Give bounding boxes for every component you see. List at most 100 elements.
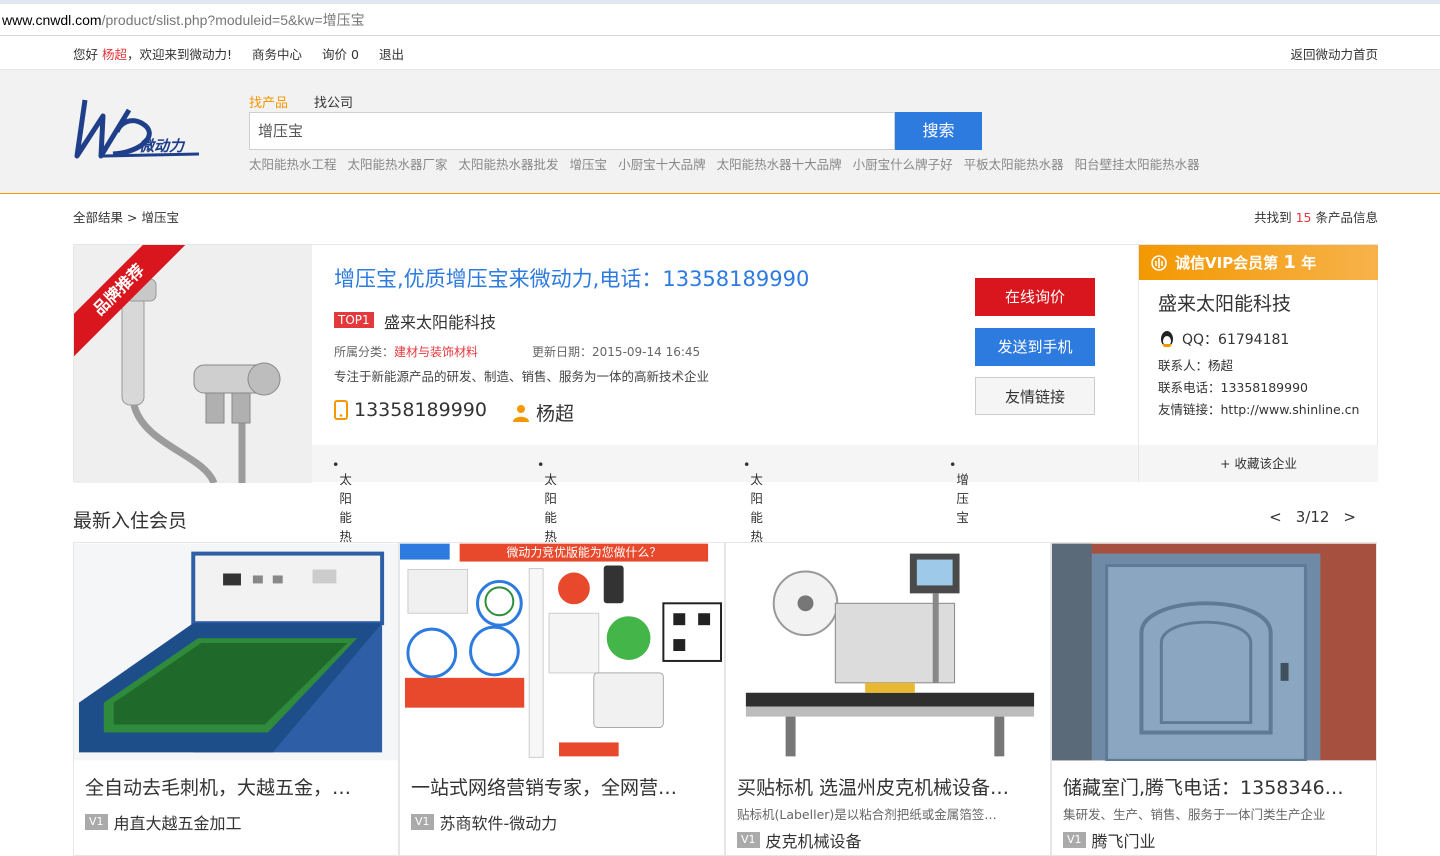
qq-penguin-icon [1161, 331, 1173, 347]
tag-link[interactable]: • 太阳能热水器厂家 [537, 457, 557, 620]
vip-contact: 联系人：杨超 [1158, 358, 1234, 373]
member-card[interactable]: 储藏室门,腾飞电话：1358346… 集研发、生产、销售、服务于一体门类生产企业… [1051, 542, 1377, 856]
member-card-title[interactable]: 一站式网络营销专家，全网营… [411, 773, 711, 800]
member-card-company[interactable]: V1 甪直大越五金加工 [85, 810, 242, 834]
vip-medal-icon [1151, 254, 1167, 271]
vip-qq[interactable]: QQ：61794181 [1158, 329, 1289, 349]
featured-tags: • 太阳能热水工程 • 太阳能热水器厂家 • 太阳能热水器批发 • 增压宝 [312, 445, 1138, 620]
top1-badge: TOP1 [334, 312, 374, 328]
pager-next-button[interactable]: > [1343, 508, 1356, 526]
member-card-company-name: 甪直大越五金加工 [113, 814, 242, 833]
count-suffix: 条产品信息 [1315, 210, 1378, 225]
member-card[interactable]: 买贴标机 选温州皮克机械设备… 贴标机(Labeller)是以粘合剂把纸或金属箔… [725, 542, 1051, 856]
vip-label: 诚信VIP会员第 1 年 [1175, 252, 1316, 273]
hotword-link[interactable]: 太阳能热水器厂家 [348, 154, 448, 173]
hotword-link[interactable]: 阳台壁挂太阳能热水器 [1075, 154, 1200, 173]
category-link[interactable]: 建材与装饰材料 [394, 345, 478, 359]
window-top-edge [0, 0, 1440, 4]
member-card-title[interactable]: 全自动去毛刺机，大越五金，… [85, 773, 385, 800]
greeting: 您好 [73, 47, 99, 62]
v1-badge: V1 [1063, 832, 1086, 848]
person-icon [513, 404, 529, 422]
count-number: 15 [1295, 210, 1312, 225]
vip-header: 诚信VIP会员第 1 年 [1139, 245, 1378, 280]
member-card-company[interactable]: V1 皮克机械设备 [737, 828, 862, 852]
featured-contact-name: 杨超 [536, 403, 575, 425]
url-text[interactable]: www.cnwdl.com/product/slist.php?moduleid… [2, 10, 365, 30]
hotword-link[interactable]: 太阳能热水器十大品牌 [717, 154, 842, 173]
count-prefix: 共找到 [1254, 210, 1292, 225]
member-card-title[interactable]: 储藏室门,腾飞电话：1358346… [1063, 773, 1363, 800]
member-card-desc: 集研发、生产、销售、服务于一体门类生产企业 [1063, 807, 1326, 822]
featured-product-image[interactable]: 品牌推荐 [74, 245, 312, 483]
featured-meta: 所属分类：建材与装饰材料 更新日期：2015-09-14 16:45 [334, 343, 700, 360]
top-nav-left: 您好 杨超，欢迎来到微动力! 商务中心 询价 0 退出 [73, 44, 404, 63]
hotword-link[interactable]: 小厨宝什么牌子好 [853, 154, 953, 173]
marketing-banner-image: 微动力竞优版能为您做什么？ [400, 543, 724, 761]
url-host: www.cnwdl.com [2, 12, 102, 28]
home-link[interactable]: 返回微动力首页 [1290, 44, 1378, 63]
hotword-link[interactable]: 太阳能热水工程 [249, 154, 337, 173]
member-card-company-name: 皮克机械设备 [765, 832, 862, 851]
logout-link[interactable]: 退出 [379, 44, 404, 63]
member-card-title[interactable]: 买贴标机 选温州皮克机械设备… [737, 773, 1037, 800]
vip-link[interactable]: 友情链接：http://www.shinline.cn [1158, 399, 1359, 418]
top-nav: 您好 杨超，欢迎来到微动力! 商务中心 询价 0 退出 返回微动力首页 [0, 36, 1440, 70]
url-path: /product/slist.php?moduleid=5&kw=增压宝 [101, 12, 365, 28]
featured-company-name[interactable]: 盛来太阳能科技 [384, 309, 496, 333]
inquiry-link[interactable]: 询价 0 [322, 44, 359, 63]
member-cards: 全自动去毛刺机，大越五金，… V1 甪直大越五金加工 微动力竞优版能为您做什么？ [73, 542, 1378, 856]
search-input[interactable]: 增压宝 [249, 112, 895, 150]
tab-find-product[interactable]: 找产品 [249, 92, 288, 111]
favorite-company-button[interactable]: + 收藏该企业 [1139, 445, 1378, 482]
tag-link[interactable]: • 太阳能热水器批发 [743, 457, 763, 620]
hotword-link[interactable]: 增压宝 [570, 154, 608, 173]
search-button[interactable]: 搜索 [895, 112, 982, 150]
member-card[interactable]: 微动力竞优版能为您做什么？ 一站式网络营销专家，全网营… V1 苏商软件-微动力 [399, 542, 725, 856]
v1-badge: V1 [411, 814, 434, 830]
member-card-desc: 贴标机(Labeller)是以粘合剂把纸或金属箔签… [737, 807, 997, 822]
labeling-machine-image [726, 543, 1050, 761]
deburring-machine-image [74, 543, 398, 761]
hotword-link[interactable]: 平板太阳能热水器 [964, 154, 1064, 173]
result-count: 共找到 15 条产品信息 [1254, 207, 1378, 226]
tag-link[interactable]: • 增压宝 [949, 457, 969, 525]
featured-phone-number: 13358189990 [354, 399, 487, 421]
featured-info: 增压宝,优质增压宝来微动力,电话：13358189990 TOP1 盛来太阳能科… [312, 245, 1138, 445]
breadcrumb-root[interactable]: 全部结果 [73, 210, 123, 225]
mobile-phone-icon [334, 400, 348, 420]
member-card-company[interactable]: V1 腾飞门业 [1063, 828, 1156, 852]
tag-text: 增压宝 [956, 472, 969, 525]
username-link[interactable]: 杨超 [102, 47, 127, 62]
member-card-company[interactable]: V1 苏商软件-微动力 [411, 810, 557, 834]
category-label: 所属分类： [334, 345, 395, 359]
address-bar[interactable]: www.cnwdl.com/product/slist.php?moduleid… [0, 0, 1440, 36]
vip-company-name[interactable]: 盛来太阳能科技 [1158, 289, 1291, 316]
featured-title-link[interactable]: 增压宝,优质增压宝来微动力,电话：13358189990 [334, 263, 809, 293]
tag-link[interactable]: • 太阳能热水工程 [332, 457, 352, 601]
friend-link-button[interactable]: 友情链接 [975, 377, 1095, 415]
vip-qq-number: QQ：61794181 [1182, 332, 1290, 348]
featured-product: 品牌推荐 增压宝,优质增压宝来微动力,电话：13358189990 TOP1 盛… [73, 244, 1378, 620]
vip-phone: 联系电话：13358189990 [1158, 380, 1308, 395]
pager-prev-button[interactable]: < [1269, 508, 1282, 526]
pager-indicator: 3/12 [1295, 508, 1330, 526]
send-to-phone-button[interactable]: 发送到手机 [975, 328, 1095, 366]
v1-badge: V1 [85, 814, 108, 830]
tab-find-company[interactable]: 找公司 [314, 92, 353, 111]
breadcrumb-separator: > [127, 210, 138, 225]
featured-contact: 杨超 [512, 399, 574, 426]
online-inquiry-button[interactable]: 在线询价 [975, 278, 1095, 316]
breadcrumb: 全部结果 > 增压宝 [73, 207, 179, 226]
hotword-link[interactable]: 太阳能热水器批发 [459, 154, 559, 173]
members-pager: < 3/12 > [1269, 508, 1356, 526]
storage-door-image [1052, 543, 1376, 762]
business-center-link[interactable]: 商务中心 [252, 44, 302, 63]
site-logo[interactable]: 微动力 [73, 94, 203, 164]
new-members-title: 最新入住会员 [73, 510, 188, 532]
hotword-link[interactable]: 小厨宝十大品牌 [618, 154, 706, 173]
site-header: 微动力 找产品 找公司 增压宝 搜索 太阳能热水工程 太阳能热水器厂家 太阳能热… [0, 70, 1440, 194]
member-card[interactable]: 全自动去毛刺机，大越五金，… V1 甪直大越五金加工 [73, 542, 399, 856]
breadcrumb-current: 增压宝 [141, 210, 179, 225]
welcome-text: 您好 杨超，欢迎来到微动力! [73, 44, 232, 63]
